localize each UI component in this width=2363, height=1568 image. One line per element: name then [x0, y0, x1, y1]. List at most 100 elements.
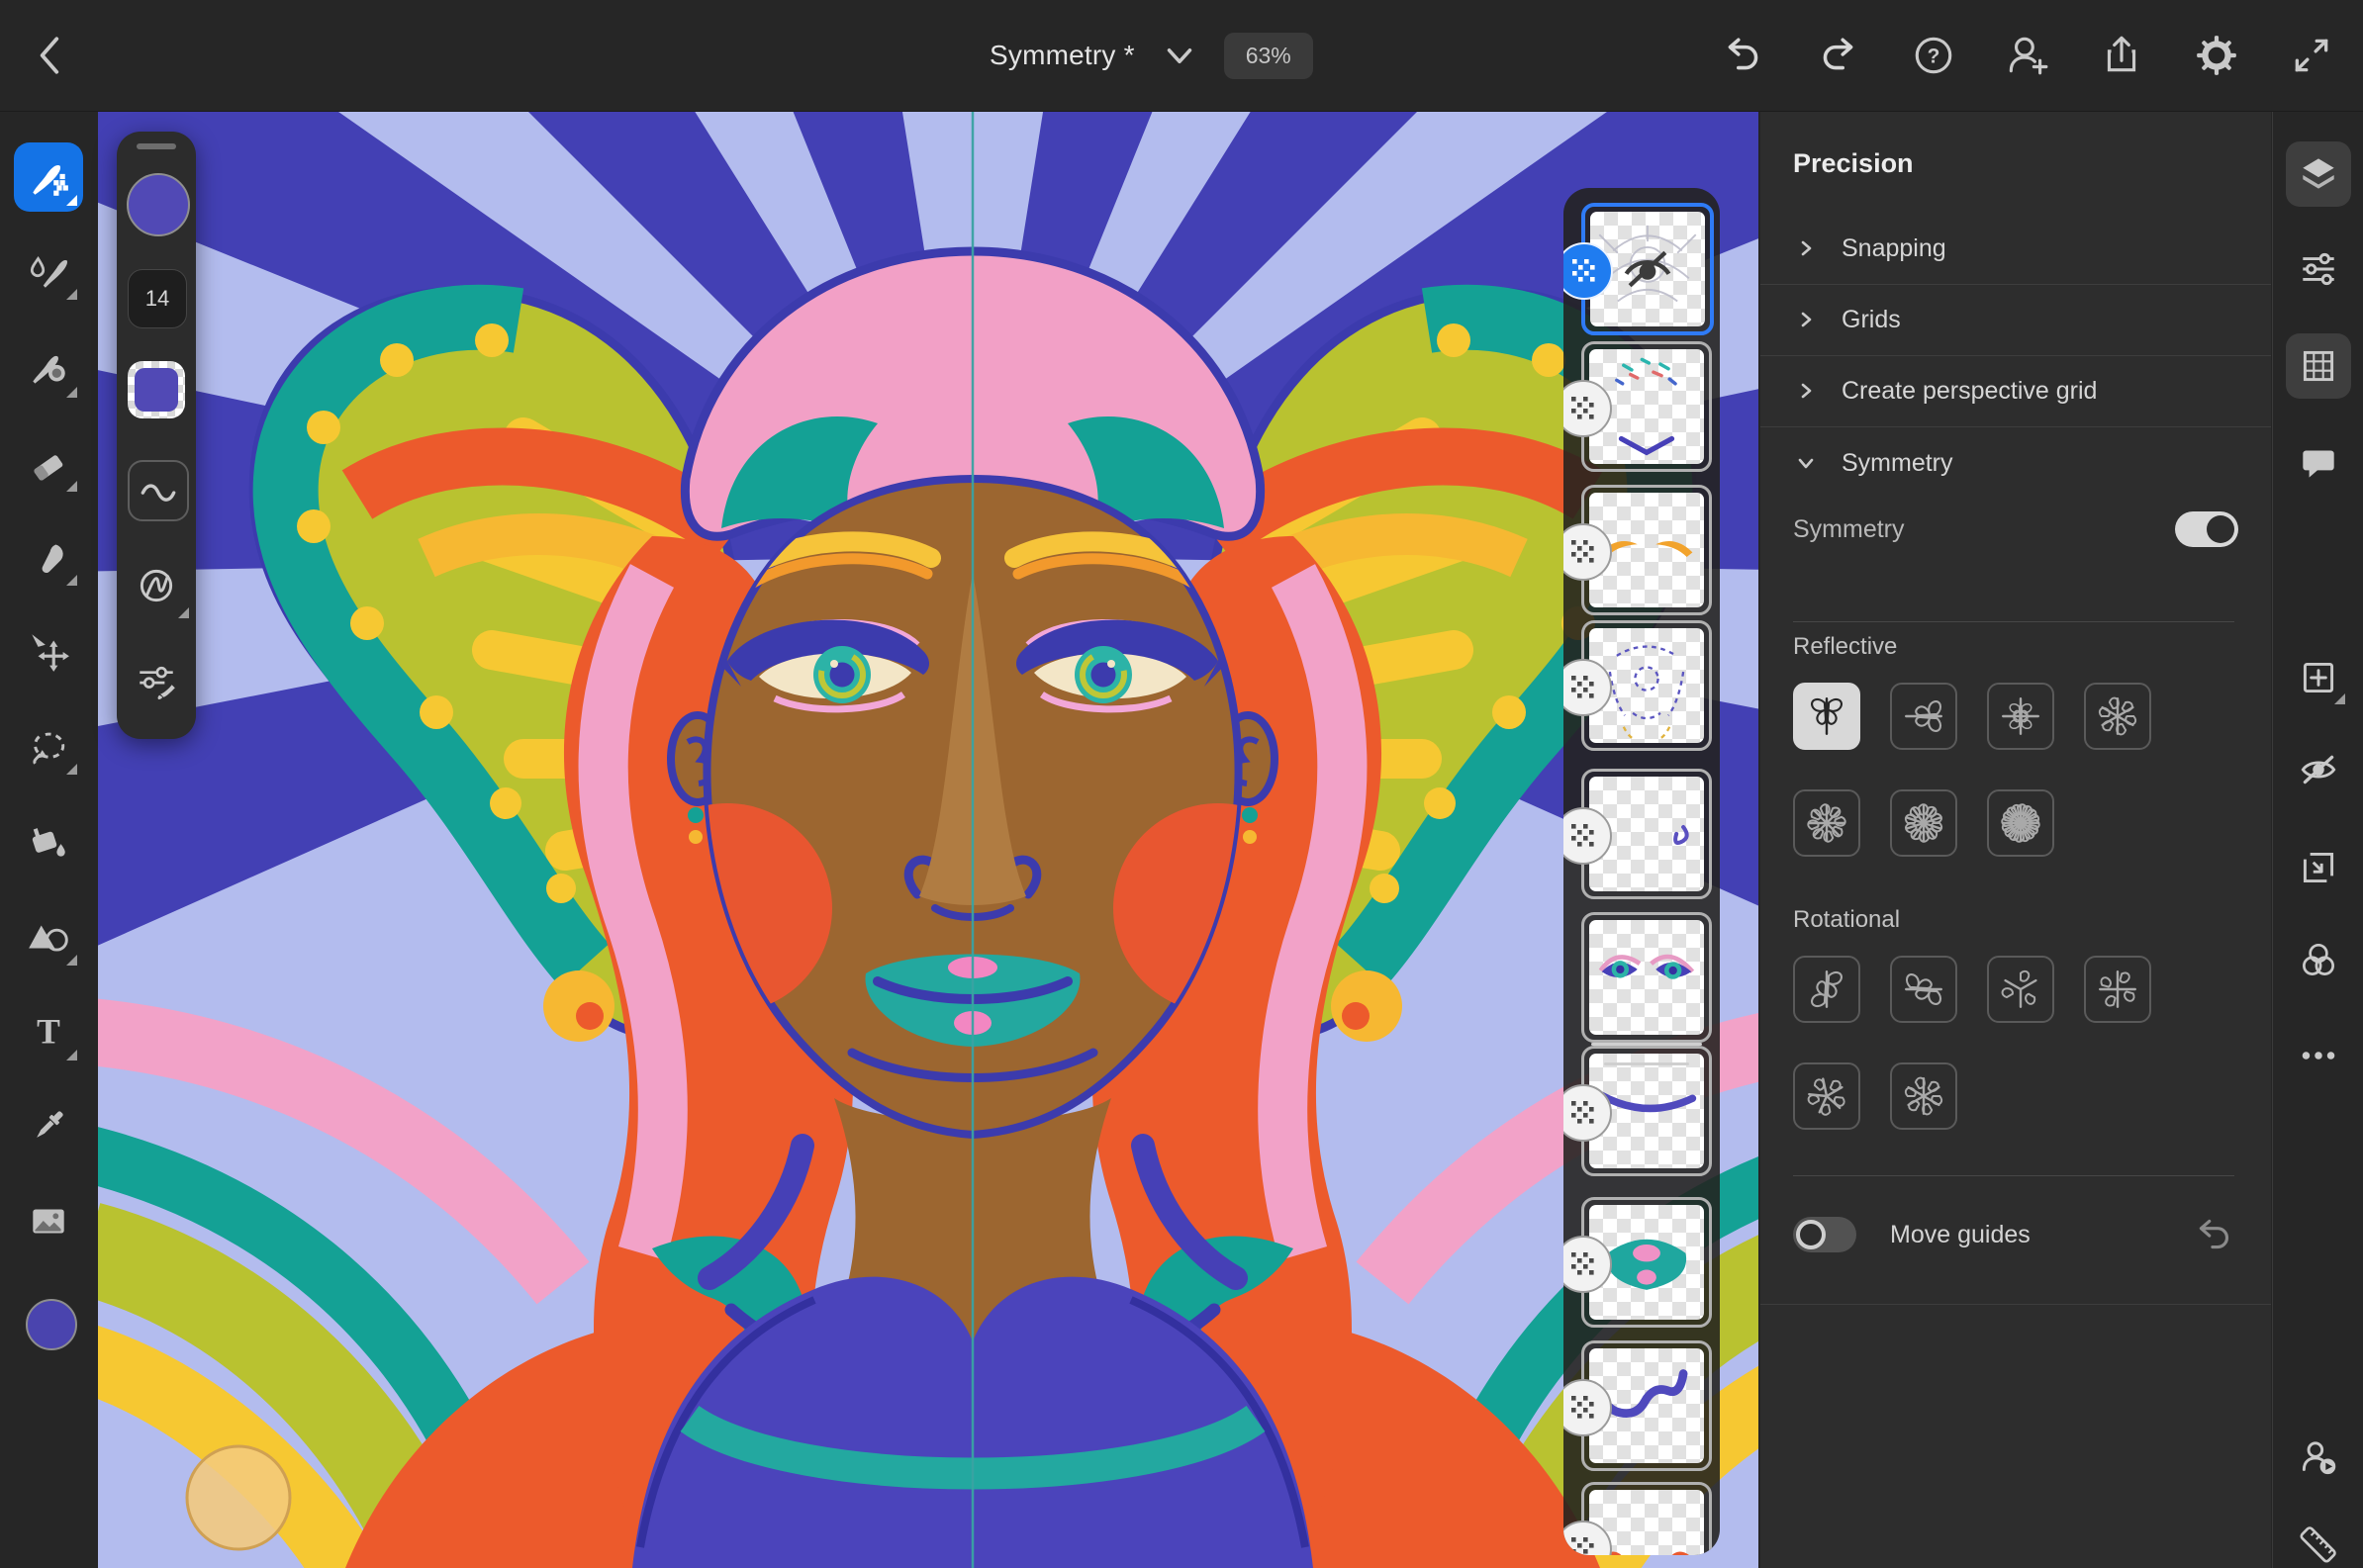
flyout-indicator [2334, 693, 2345, 704]
blend-icon[interactable] [2286, 928, 2351, 993]
section-symmetry[interactable]: Symmetry [1760, 427, 2271, 499]
symmetry-toggle[interactable] [2175, 511, 2238, 547]
tool-mixer-brush[interactable] [14, 334, 83, 404]
pixel-layer-badge[interactable] [1563, 1236, 1612, 1293]
layers-icon[interactable] [2286, 141, 2351, 207]
layer-thumbnail-4[interactable] [1581, 620, 1712, 751]
layer-thumbnail-6[interactable] [1581, 912, 1712, 1043]
panel-title: Precision [1793, 148, 2271, 179]
tool-place-image[interactable] [14, 1186, 83, 1255]
tool-smudge[interactable] [14, 522, 83, 592]
rotational-two-fold-vertical[interactable] [1793, 956, 1860, 1023]
brush-size-value[interactable]: 14 [128, 269, 187, 328]
pixel-layer-badge[interactable] [1563, 242, 1613, 300]
drag-handle[interactable] [137, 143, 176, 149]
pixel-layer-badge[interactable] [1563, 807, 1612, 865]
tool-lasso[interactable] [14, 711, 83, 781]
tool-move[interactable] [14, 616, 83, 686]
brush-cursor [187, 1446, 290, 1549]
flyout-indicator [66, 481, 77, 492]
tool-live-brush[interactable] [14, 236, 83, 306]
tool-eyedropper[interactable] [14, 1091, 83, 1160]
layer-thumbnail-9[interactable] [1581, 1340, 1712, 1471]
flyout-indicator [66, 387, 77, 398]
reflective-label: Reflective [1793, 633, 1897, 661]
fullscreen-button[interactable] [2289, 33, 2334, 78]
svg-text:T: T [37, 1012, 60, 1052]
reflective-vertical[interactable] [1793, 683, 1860, 750]
reflective-horizontal[interactable] [1890, 683, 1957, 750]
tool-pixel-brush[interactable] [14, 142, 83, 212]
canvas-area[interactable] [98, 111, 1758, 1568]
layer-hidden-eye-off-icon [1617, 238, 1678, 300]
task-bar [2272, 111, 2363, 1568]
brush-color-swatch [135, 368, 178, 412]
back-button[interactable] [28, 33, 73, 78]
pixel-layer-badge[interactable] [1563, 659, 1612, 716]
section-grids[interactable]: Grids [1760, 284, 2271, 355]
precision-panel: Precision SnappingGrids Create perspectiv… [1760, 111, 2271, 1568]
add-person-button[interactable] [2004, 33, 2049, 78]
stabilizer-button[interactable] [128, 555, 185, 616]
rotational-four-fold[interactable] [2084, 956, 2151, 1023]
flyout-indicator [66, 764, 77, 775]
ruler-icon[interactable] [2286, 1512, 2351, 1568]
flyout-indicator [66, 955, 77, 966]
pixel-layer-badge[interactable] [1563, 380, 1612, 437]
move-guides-toggle[interactable] [1793, 1217, 1856, 1252]
adjustments-icon[interactable] [2286, 236, 2351, 302]
reflective-three-axis[interactable] [2084, 683, 2151, 750]
canvas-artwork[interactable] [98, 111, 1758, 1568]
reflective-eight-axis[interactable] [1987, 789, 2054, 857]
rotational-six-fold[interactable] [1890, 1062, 1957, 1130]
tool-fill[interactable] [14, 806, 83, 876]
symmetry-toggle-label: Symmetry [1793, 515, 1905, 544]
brush-size-circle[interactable] [127, 173, 190, 236]
help-button[interactable]: ? [1911, 33, 1956, 78]
rotational-two-fold-horizontal[interactable] [1890, 956, 1957, 1023]
reflective-four-axis[interactable] [1793, 789, 1860, 857]
layer-thumbnail-1[interactable] [1581, 203, 1714, 335]
hide-guides-icon[interactable] [2286, 737, 2351, 802]
tool-shapes[interactable] [14, 902, 83, 971]
layer-thumbnail-5[interactable] [1581, 769, 1712, 899]
reset-guides-button[interactable] [2193, 1212, 2238, 1257]
redo-button[interactable] [1815, 33, 1860, 78]
brush-color-chip[interactable] [128, 361, 185, 418]
livestream-icon[interactable] [2286, 1427, 2351, 1492]
section-snapping[interactable]: Snapping [1760, 213, 2271, 284]
layer-thumbnail-3[interactable] [1581, 485, 1712, 615]
layer-thumbnail-8[interactable] [1581, 1197, 1712, 1328]
zoom-level-badge[interactable]: 63% [1224, 33, 1313, 79]
undo-button[interactable] [1721, 33, 1766, 78]
rotational-five-fold[interactable] [1793, 1062, 1860, 1130]
foreground-color-swatch[interactable] [26, 1299, 77, 1350]
layer-thumbnail-2[interactable] [1581, 341, 1712, 472]
layer-group-indicator [1604, 1062, 1689, 1065]
brush-options-panel: 14 [117, 132, 196, 739]
settings-gear-button[interactable] [2194, 33, 2239, 78]
section-create-perspective-grid[interactable]: Create perspective grid [1760, 355, 2271, 426]
layer-group-indicator [1591, 1043, 1702, 1046]
layer-thumbnail-10[interactable] [1581, 1482, 1712, 1555]
tool-eraser[interactable] [14, 428, 83, 498]
precision-grid-icon[interactable] [2286, 333, 2351, 399]
reflective-five-axis[interactable] [1890, 789, 1957, 857]
rotational-three-fold[interactable] [1987, 956, 2054, 1023]
tool-text[interactable]: T [14, 997, 83, 1066]
pixel-layer-badge[interactable] [1563, 1379, 1612, 1436]
pixel-layer-badge[interactable] [1563, 1084, 1612, 1142]
smoothing-button[interactable] [128, 460, 189, 521]
pixel-layer-badge[interactable] [1563, 523, 1612, 581]
share-button[interactable] [2099, 33, 2144, 78]
brush-settings-button[interactable] [131, 654, 182, 705]
reflective-two-axis[interactable] [1987, 683, 2054, 750]
section-label: Create perspective grid [1842, 377, 2097, 406]
paste-transform-icon[interactable] [2286, 835, 2351, 900]
adobe-fresco-app: Symmetry * 63% ? T [0, 0, 2363, 1568]
more-icon[interactable] [2286, 1023, 2351, 1088]
chevron-down-icon[interactable] [1157, 33, 1202, 78]
add-square-icon[interactable] [2286, 645, 2351, 710]
rotational-label: Rotational [1793, 906, 1900, 934]
comment-icon[interactable] [2286, 429, 2351, 495]
